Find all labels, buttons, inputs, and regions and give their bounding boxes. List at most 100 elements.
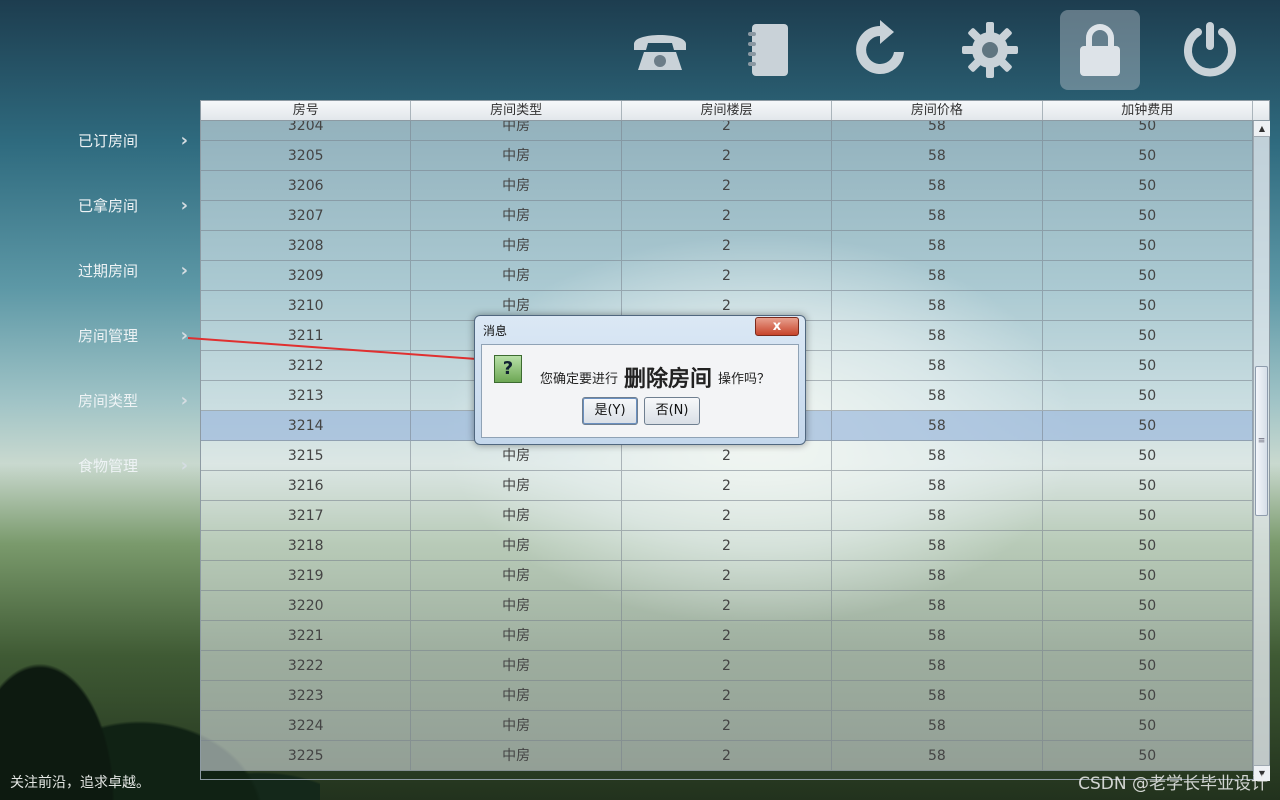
table-cell: 2	[622, 231, 833, 260]
table-cell: 58	[832, 291, 1043, 320]
table-cell: 中房	[411, 231, 622, 260]
table-cell: 58	[832, 381, 1043, 410]
table-cell: 中房	[411, 171, 622, 200]
table-row[interactable]: 3208 中房 2 58 50	[201, 231, 1253, 261]
power-button[interactable]	[1170, 10, 1250, 90]
scroll-thumb[interactable]: ≡	[1255, 366, 1268, 516]
dialog-body: ? 您确定要进行 删除房间 操作吗？ 是(Y) 否(N)	[481, 344, 799, 438]
table-row[interactable]: 3223 中房 2 58 50	[201, 681, 1253, 711]
table-cell: 3220	[201, 591, 412, 620]
table-cell: 2	[622, 171, 833, 200]
chevron-right-icon: ›	[180, 194, 188, 216]
table-cell: 50	[1043, 321, 1253, 350]
table-row[interactable]: 3218 中房 2 58 50	[201, 531, 1253, 561]
table-row[interactable]: 3204 中房 2 58 50	[201, 121, 1253, 141]
refresh-button[interactable]	[840, 10, 920, 90]
table-row[interactable]: 3205 中房 2 58 50	[201, 141, 1253, 171]
table-row[interactable]: 3219 中房 2 58 50	[201, 561, 1253, 591]
table-cell: 2	[622, 201, 833, 230]
table-cell: 58	[832, 681, 1043, 710]
table-cell: 3210	[201, 291, 412, 320]
table-cell: 58	[832, 651, 1043, 680]
lock-icon	[1080, 24, 1120, 76]
gear-icon	[962, 22, 1018, 78]
question-icon: ?	[494, 355, 522, 383]
address-book-icon	[748, 24, 788, 76]
table-cell: 中房	[411, 711, 622, 740]
sidebar-item-label: 过期房间	[78, 261, 139, 280]
phone-button[interactable]	[620, 10, 700, 90]
settings-button[interactable]	[950, 10, 1030, 90]
table-cell: 中房	[411, 121, 622, 140]
table-cell: 58	[832, 621, 1043, 650]
table-cell: 50	[1043, 531, 1253, 560]
scroll-up-icon[interactable]: ▲	[1254, 121, 1270, 137]
table-cell: 50	[1043, 441, 1253, 470]
table-row[interactable]: 3207 中房 2 58 50	[201, 201, 1253, 231]
table-row[interactable]: 3217 中房 2 58 50	[201, 501, 1253, 531]
table-body[interactable]: 3204 中房 2 58 50 3205 中房 2 58 50 3206 中房 2 58 50 3207 中房 2…	[201, 121, 1253, 781]
table-row[interactable]: 3216 中房 2 58 50	[201, 471, 1253, 501]
table-cell: 58	[832, 591, 1043, 620]
table-cell: 中房	[411, 261, 622, 290]
table-cell: 2	[622, 561, 833, 590]
top-toolbar	[620, 10, 1260, 90]
sidebar-item-label: 房间类型	[78, 391, 139, 410]
table-cell: 中房	[411, 201, 622, 230]
table-cell: 2	[622, 261, 833, 290]
column-header[interactable]: 房间类型	[411, 101, 622, 120]
table-cell: 3217	[201, 501, 412, 530]
table-cell: 58	[832, 531, 1043, 560]
column-header[interactable]: 房间价格	[832, 101, 1043, 120]
column-header[interactable]: 房间楼层	[622, 101, 833, 120]
confirm-dialog: 消息 x ? 您确定要进行 删除房间 操作吗？ 是(Y) 否(N)	[474, 315, 806, 445]
vertical-scrollbar[interactable]: ▲ ≡ ▼	[1253, 121, 1270, 781]
table-row[interactable]: 3221 中房 2 58 50	[201, 621, 1253, 651]
table-cell: 中房	[411, 441, 622, 470]
table-row[interactable]: 3225 中房 2 58 50	[201, 741, 1253, 771]
address-book-button[interactable]	[730, 10, 810, 90]
table-cell: 50	[1043, 591, 1253, 620]
table-cell: 3207	[201, 201, 412, 230]
column-header[interactable]: 房号	[201, 101, 412, 120]
table-row[interactable]: 3222 中房 2 58 50	[201, 651, 1253, 681]
chevron-right-icon: ›	[180, 389, 188, 411]
lock-button[interactable]	[1060, 10, 1140, 90]
footer-slogan: 关注前沿，追求卓越。	[10, 775, 150, 791]
sidebar-item-label: 已订房间	[78, 131, 139, 150]
table-cell: 58	[832, 321, 1043, 350]
table-cell: 3221	[201, 621, 412, 650]
table-row[interactable]: 3215 中房 2 58 50	[201, 441, 1253, 471]
table-cell: 58	[832, 501, 1043, 530]
table-cell: 50	[1043, 141, 1253, 170]
table-cell: 2	[622, 621, 833, 650]
sidebar-item-expired-rooms[interactable]: 过期房间 ›	[78, 255, 188, 285]
table-cell: 中房	[411, 681, 622, 710]
table-row[interactable]: 3206 中房 2 58 50	[201, 171, 1253, 201]
table-row[interactable]: 3220 中房 2 58 50	[201, 591, 1253, 621]
sidebar-item-taken-rooms[interactable]: 已拿房间 ›	[78, 190, 188, 220]
table-cell: 50	[1043, 381, 1253, 410]
dialog-title: 消息	[483, 324, 508, 338]
column-header[interactable]: 加钟费用	[1043, 101, 1253, 120]
table-cell: 中房	[411, 621, 622, 650]
table-cell: 2	[622, 471, 833, 500]
table-row[interactable]: 3209 中房 2 58 50	[201, 261, 1253, 291]
sidebar-item-room-types[interactable]: 房间类型 ›	[78, 385, 188, 415]
table-cell: 50	[1043, 411, 1253, 440]
sidebar-item-booked-rooms[interactable]: 已订房间 ›	[78, 125, 188, 155]
sidebar-item-label: 食物管理	[78, 456, 139, 475]
table-cell: 50	[1043, 121, 1253, 140]
table-cell: 3216	[201, 471, 412, 500]
table-header: 房号 房间类型 房间楼层 房间价格 加钟费用	[201, 101, 1269, 121]
sidebar-item-room-management[interactable]: 房间管理 ›	[78, 320, 188, 350]
yes-button[interactable]: 是(Y)	[582, 397, 638, 425]
sidebar-item-food-management[interactable]: 食物管理 ›	[78, 450, 188, 480]
table-cell: 3208	[201, 231, 412, 260]
no-button[interactable]: 否(N)	[644, 397, 700, 425]
chevron-right-icon: ›	[180, 454, 188, 476]
table-cell: 2	[622, 141, 833, 170]
close-icon[interactable]: x	[755, 317, 799, 336]
table-cell: 58	[832, 741, 1043, 770]
table-row[interactable]: 3224 中房 2 58 50	[201, 711, 1253, 741]
